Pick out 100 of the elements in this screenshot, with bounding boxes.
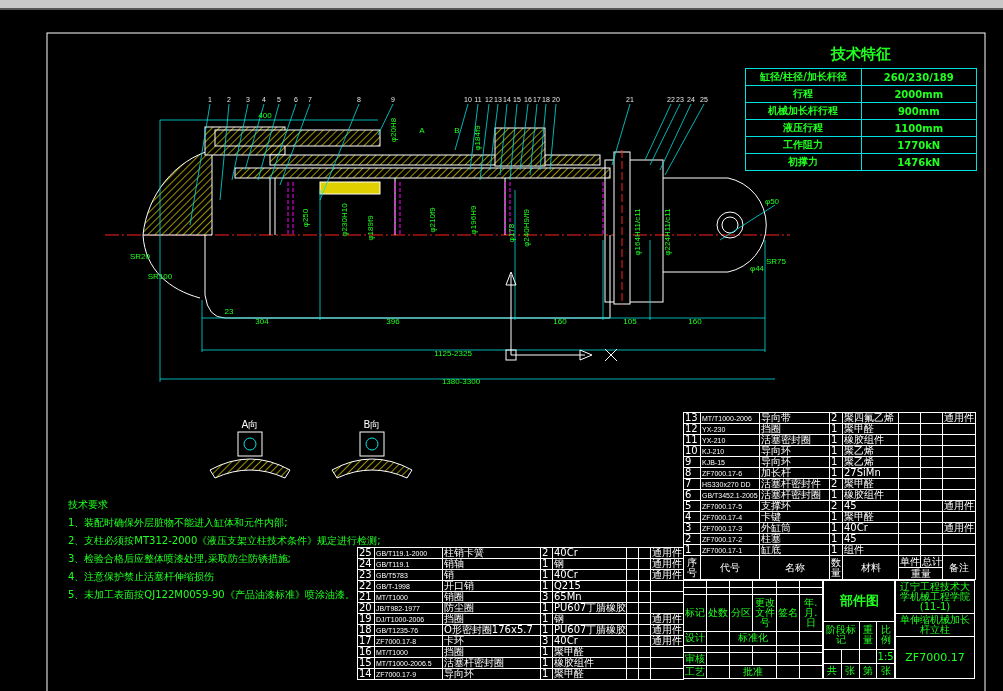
table-cell: 22	[357, 580, 375, 592]
table-cell: 2	[540, 547, 553, 559]
column-header: 代号	[700, 555, 760, 580]
table-cell: 活塞杆密封圈	[442, 657, 541, 669]
table-cell: 2	[829, 500, 843, 512]
table-cell: 17	[357, 635, 375, 647]
table-cell: 14	[357, 668, 375, 680]
table-cell: 聚甲醛	[552, 646, 627, 658]
table-cell: 1	[540, 602, 553, 614]
table-cell: 分区	[729, 594, 753, 632]
table-cell: 1	[829, 533, 843, 545]
table-cell: 1	[540, 657, 553, 669]
table-cell: 40Cr	[552, 547, 627, 559]
notes-title: 技术要求	[68, 499, 108, 511]
table-cell: 卡键	[759, 511, 830, 523]
table-cell: 共	[823, 663, 842, 679]
table-cell: 40Cr	[842, 522, 899, 534]
table-cell: 部件图	[823, 580, 895, 622]
table-cell: 支撑环	[759, 500, 830, 512]
table-cell: 24	[357, 558, 375, 570]
column-header: 名称	[759, 555, 830, 580]
dimension-label: φ240H9/f9	[522, 209, 531, 247]
table-cell: 聚甲醛	[552, 668, 627, 680]
dimension-label: B	[454, 126, 460, 135]
table-cell: 缸径/柱径/加长杆径	[745, 68, 861, 86]
table-cell: 1	[829, 544, 843, 556]
table-cell: 活塞杆密封圈	[759, 489, 830, 501]
table-cell: 橡胶组件	[842, 489, 899, 501]
table-cell: 聚甲醛	[842, 511, 899, 523]
table-cell: 挡圈	[759, 423, 830, 435]
column-header: 总计	[920, 555, 943, 568]
table-cell: 1	[540, 668, 553, 680]
dimension-label: 105	[623, 317, 637, 326]
table-cell: 卡环	[442, 635, 541, 647]
table-cell: 聚四氟乙烯	[842, 412, 899, 424]
dimension-label: 160	[688, 317, 702, 326]
table-cell: 3	[683, 522, 701, 534]
dimension-label: A	[419, 126, 425, 135]
table-cell: 40Cr	[552, 635, 627, 647]
table-cell: 通用件	[650, 635, 684, 647]
table-cell: 处数	[706, 594, 730, 632]
table-cell: 21	[357, 591, 375, 603]
table-cell: 设计	[683, 631, 707, 646]
dimension-label: φ250	[301, 208, 310, 228]
table-cell: 1	[540, 646, 553, 658]
dimension-label: SR20	[130, 252, 150, 261]
table-cell: 挡圈	[442, 613, 541, 625]
table-cell: 1476kN	[861, 153, 977, 171]
table-cell: 10	[683, 445, 701, 457]
dimension-label: φ178	[507, 223, 516, 243]
table-cell: 2	[683, 533, 701, 545]
table-cell: 23	[357, 569, 375, 581]
table-cell: 1:5	[876, 649, 895, 664]
table-cell: 活塞密封圈	[759, 434, 830, 446]
table-cell: 45	[842, 533, 899, 545]
table-cell: 1	[540, 624, 553, 636]
table-cell: PU607丁腈橡胶	[552, 624, 627, 636]
table-cell: 8	[683, 467, 701, 479]
dimension-label: φ210f9	[428, 207, 437, 233]
table-cell: 签名	[776, 594, 800, 632]
column-header: 材料	[842, 555, 899, 580]
table-cell: 1	[829, 434, 843, 446]
dimension-label: φ164H11/c11	[633, 208, 642, 256]
table-cell: 防尘圈	[442, 602, 541, 614]
table-cell: 活塞杆密封件	[759, 478, 830, 490]
table-cell: 导向环	[442, 668, 541, 680]
dimension-label: φ196H9	[469, 205, 478, 235]
table-cell: 6	[683, 489, 701, 501]
table-cell: 导向环	[759, 445, 830, 457]
table-cell: 聚甲醛	[842, 478, 899, 490]
table-cell: 标记	[683, 594, 707, 632]
table-cell: 25	[357, 547, 375, 559]
note-text: 3、检验合格后应整体喷漆处理,采取防尘防锈措施;	[68, 553, 291, 565]
dimension-label: φ224H11/c11	[663, 208, 672, 256]
table-cell: 聚乙烯	[842, 456, 899, 468]
note-text: 4、注意保护禁止活塞杆伸缩损伤	[68, 571, 215, 583]
table-cell: 2	[829, 478, 843, 490]
dimension-label: 304	[255, 317, 269, 326]
table-cell: 5	[683, 500, 701, 512]
table-cell: 1	[829, 511, 843, 523]
table-cell: 3	[540, 591, 553, 603]
table-cell: 标准化	[729, 631, 777, 646]
dimension-label: 396	[386, 317, 400, 326]
table-cell: 加长杆	[759, 467, 830, 479]
table-cell: 13	[683, 412, 701, 424]
table-cell: 1	[540, 613, 553, 625]
table-cell: 7	[683, 478, 701, 490]
table-cell: 1100mm	[861, 119, 977, 137]
table-cell: 批准	[729, 665, 777, 679]
table-cell: 液压行程	[745, 119, 861, 137]
table-cell: 45	[842, 500, 899, 512]
note-text: 5、未加工表面按QJ122M0059-90《产品油漆标准》喷涂油漆。	[68, 589, 355, 601]
table-cell: 18	[357, 624, 375, 636]
dimension-label: 400	[258, 111, 272, 120]
table-cell: 行程	[745, 85, 861, 103]
dimension-label: φ20H8	[389, 117, 398, 143]
table-cell: 聚乙烯	[842, 445, 899, 457]
table-cell: 19	[357, 613, 375, 625]
table-cell: 260/230/189	[861, 68, 977, 86]
table-cell: 通用件	[942, 412, 976, 424]
